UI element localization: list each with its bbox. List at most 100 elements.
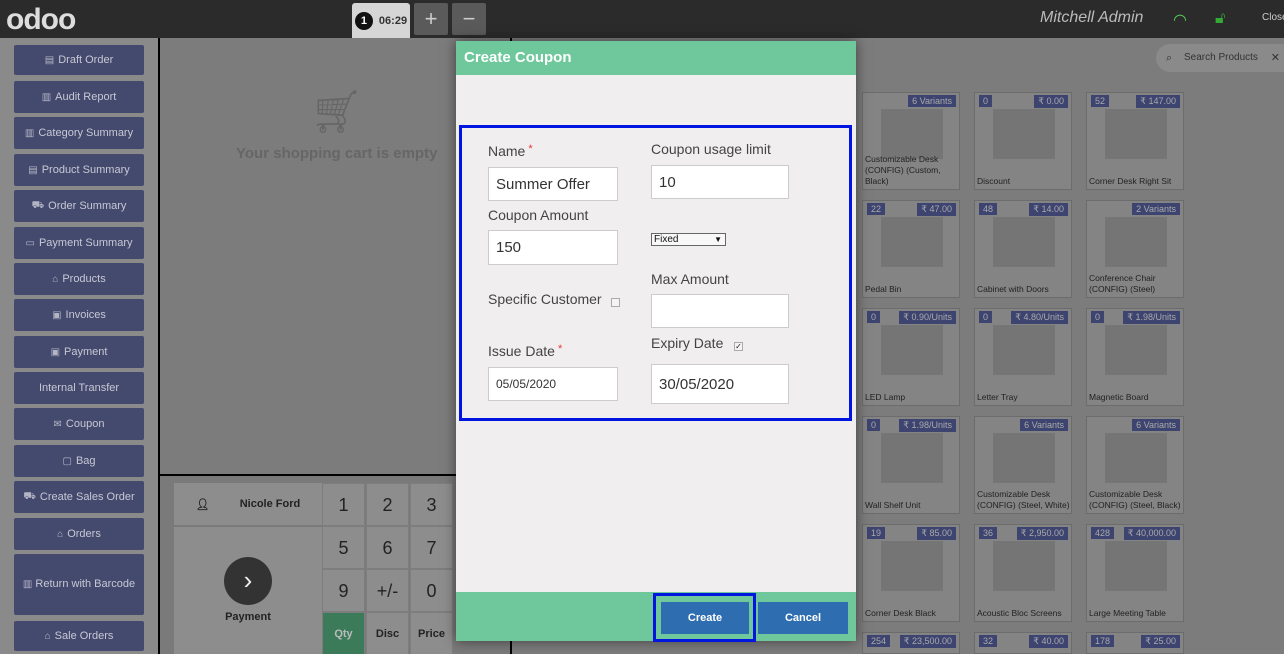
- numpad-key-6[interactable]: 6: [366, 526, 409, 569]
- product-card[interactable]: 0 ₹ 1.98/Units Wall Shelf Unit: [862, 416, 960, 514]
- product-card[interactable]: 19 ₹ 85.00 Corner Desk Black: [862, 524, 960, 622]
- numpad-key-5[interactable]: 5: [322, 526, 365, 569]
- product-card[interactable]: 0 ₹ 4.80/Units Letter Tray: [974, 308, 1072, 406]
- product-card[interactable]: 36 ₹ 2,950.00 Acoustic Bloc Screens: [974, 524, 1072, 622]
- product-card[interactable]: 6 Variants Customizable Desk (CONFIG) (Cu…: [862, 92, 960, 190]
- product-card[interactable]: 0 ₹ 0.90/Units LED Lamp: [862, 308, 960, 406]
- required-mark: *: [528, 143, 533, 155]
- product-image: [993, 217, 1055, 267]
- product-card[interactable]: 32 ₹ 40.00: [974, 632, 1072, 654]
- expiry-date-checkbox[interactable]: ✓: [734, 342, 743, 351]
- product-image: [1105, 541, 1167, 591]
- bank-icon: ⌂: [57, 528, 64, 540]
- create-button[interactable]: Create: [661, 602, 749, 634]
- product-card[interactable]: 428 ₹ 40,000.00 Large Meeting Table: [1086, 524, 1184, 622]
- sidebar-item-create-sales-order[interactable]: ⛟ Create Sales Order: [14, 481, 144, 513]
- search-icon: ⌕: [1166, 52, 1173, 64]
- product-card[interactable]: 0 ₹ 0.00 Discount: [974, 92, 1072, 190]
- order-tab[interactable]: 1 06:29: [352, 3, 410, 38]
- product-card[interactable]: 6 Variants Customizable Desk (CONFIG) (St…: [1086, 416, 1184, 514]
- issue-date-label: Issue Date *: [488, 343, 563, 359]
- product-card[interactable]: 52 ₹ 147.00 Corner Desk Right Sit: [1086, 92, 1184, 190]
- sidebar-item-orders[interactable]: ⌂ Orders: [14, 518, 144, 550]
- customer-button[interactable]: 👤︎ Nicole Ford: [174, 483, 322, 525]
- product-card[interactable]: 48 ₹ 14.00 Cabinet with Doors: [974, 200, 1072, 298]
- product-image: [993, 433, 1055, 483]
- sidebar-item-order-summary[interactable]: ⛟ Order Summary: [14, 190, 144, 222]
- numpad-key-3[interactable]: 3: [410, 483, 453, 526]
- numpad-mode-qty[interactable]: Qty: [322, 612, 365, 654]
- name-label: Name *: [488, 143, 533, 159]
- product-image: [993, 541, 1055, 591]
- numpad-mode-disc[interactable]: Disc: [366, 612, 409, 654]
- amount-type-select[interactable]: Fixed ▼: [651, 233, 726, 246]
- product-image: [1105, 109, 1167, 159]
- product-card[interactable]: 178 ₹ 25.00: [1086, 632, 1184, 654]
- add-order-button[interactable]: +: [414, 3, 448, 35]
- gift-icon: ✉: [53, 418, 62, 430]
- coupon-amount-input[interactable]: 150: [488, 230, 618, 265]
- product-card[interactable]: 0 ₹ 1.98/Units Magnetic Board: [1086, 308, 1184, 406]
- max-amount-input[interactable]: [651, 294, 789, 328]
- bag-icon: ▢: [62, 455, 72, 467]
- cart-icon: ⛟: [23, 490, 36, 502]
- sidebar-item-product-summary[interactable]: ▤ Product Summary: [14, 154, 144, 186]
- sidebar-item-payment[interactable]: ▣ Payment: [14, 336, 144, 368]
- product-card[interactable]: 254 ₹ 23,500.00: [862, 632, 960, 654]
- sidebar-item-products[interactable]: ⌂ Products: [14, 263, 144, 295]
- create-coupon-dialog: Create Coupon Name * Summer Offer Coupon …: [456, 41, 856, 642]
- user-icon: 👤︎: [195, 498, 210, 511]
- order-number-badge: 1: [354, 11, 373, 30]
- shopping-cart-icon: 🛒︎: [310, 88, 364, 135]
- sidebar-item-category-summary[interactable]: ▥ Category Summary: [14, 117, 144, 149]
- product-image: [881, 433, 943, 483]
- sidebar-item-draft-order[interactable]: ▤ Draft Order: [14, 45, 144, 75]
- numpad-key-2[interactable]: 2: [366, 483, 409, 526]
- cancel-button[interactable]: Cancel: [758, 602, 848, 634]
- sidebar-item-bag[interactable]: ▢ Bag: [14, 445, 144, 477]
- sidebar-item-payment-summary[interactable]: ▭ Payment Summary: [14, 227, 144, 259]
- money-icon: ▣: [52, 309, 62, 321]
- product-card[interactable]: 22 ₹ 47.00 Pedal Bin: [862, 200, 960, 298]
- document-icon: ▤: [28, 164, 38, 176]
- product-card[interactable]: 2 Variants Conference Chair (CONFIG) (Ste…: [1086, 200, 1184, 298]
- odoo-logo: odoo: [6, 3, 76, 36]
- numpad-key-7[interactable]: 7: [410, 526, 453, 569]
- unlock-icon[interactable]: 🔓︎: [1215, 10, 1225, 28]
- coupon-amount-label: Coupon Amount: [488, 207, 589, 223]
- usage-limit-input[interactable]: 10: [651, 165, 789, 199]
- usage-limit-label: Coupon usage limit: [651, 141, 771, 157]
- product-image: [993, 109, 1055, 159]
- payment-button[interactable]: › Payment: [174, 527, 322, 654]
- top-bar: odoo 1 06:29 + − Mitchell Admin ◠ 🔓︎ Clo…: [0, 0, 1284, 38]
- product-image: [881, 109, 943, 159]
- close-button[interactable]: Close: [1262, 12, 1284, 23]
- specific-customer-label: Specific Customer: [488, 291, 602, 307]
- specific-customer-checkbox[interactable]: [611, 298, 620, 307]
- numpad-key-1[interactable]: 1: [322, 483, 365, 526]
- sidebar-item-invoices[interactable]: ▣ Invoices: [14, 299, 144, 331]
- file-icon: ▤: [44, 54, 55, 66]
- remove-order-button[interactable]: −: [452, 3, 486, 35]
- sidebar-item-return-with-barcode[interactable]: ▥ Return with Barcode: [14, 554, 144, 615]
- product-image: [1105, 217, 1167, 267]
- product-image: [881, 325, 943, 375]
- numpad-key-0[interactable]: 0: [410, 569, 453, 612]
- sidebar-item-internal-transfer[interactable]: Internal Transfer: [14, 372, 144, 404]
- cashier-name[interactable]: Mitchell Admin: [1040, 9, 1143, 27]
- numpad-mode-price[interactable]: Price: [410, 612, 453, 654]
- expiry-date-input[interactable]: 30/05/2020: [651, 364, 789, 404]
- numpad-key-9[interactable]: 9: [322, 569, 365, 612]
- sidebar-item-coupon[interactable]: ✉ Coupon: [14, 408, 144, 440]
- product-card[interactable]: 6 Variants Customizable Desk (CONFIG) (St…: [974, 416, 1072, 514]
- sidebar-item-audit-report[interactable]: ▥ Audit Report: [14, 81, 144, 113]
- cart-icon: ⛟: [31, 199, 45, 211]
- sidebar-item-sale-orders[interactable]: ⌂ Sale Orders: [14, 621, 144, 651]
- product-image: [881, 541, 943, 591]
- wifi-icon: ◠: [1173, 12, 1187, 29]
- search-products-input[interactable]: ⌕ Search Products ✕: [1156, 44, 1284, 72]
- name-input[interactable]: Summer Offer: [488, 167, 618, 201]
- numpad-key-plusminus[interactable]: +/-: [366, 569, 409, 612]
- issue-date-input[interactable]: 05/05/2020: [488, 367, 618, 401]
- clear-search-icon[interactable]: ✕: [1271, 44, 1280, 72]
